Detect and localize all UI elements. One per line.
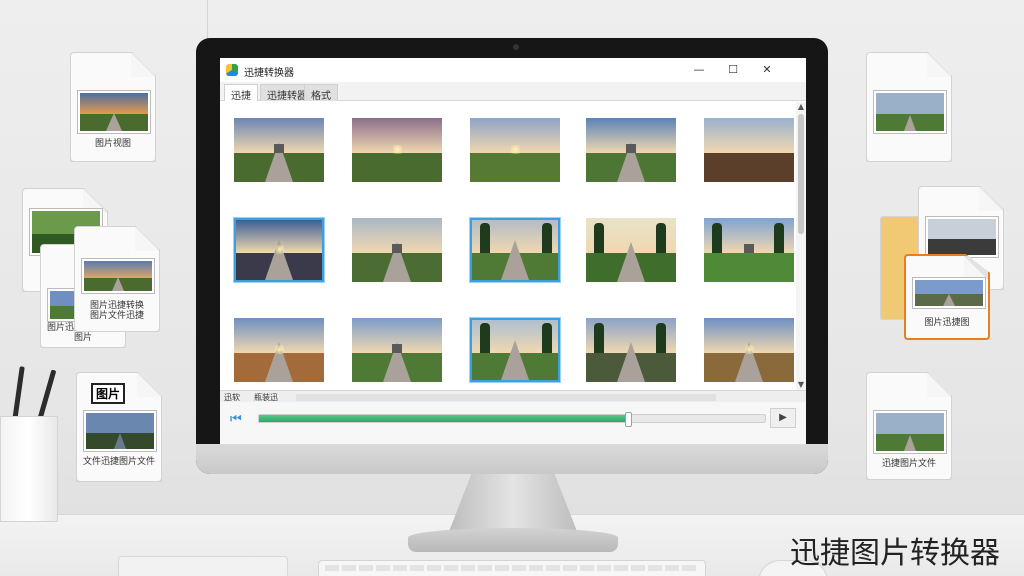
rewind-icon[interactable]: ⏮ (230, 412, 242, 427)
page-fold (137, 373, 161, 397)
image-file-icon: 迅捷图片文件 (866, 372, 952, 480)
gallery-image[interactable] (352, 118, 442, 182)
file-thumbnail (78, 91, 150, 133)
file-thumbnail (874, 411, 946, 453)
image-file-icon: 图片 文件迅捷图片文件 (76, 372, 162, 482)
minimize-button[interactable]: — (686, 61, 712, 79)
file-caption: 图片迅捷图 (924, 318, 970, 328)
pen (12, 366, 25, 423)
file-badge: 图片 (91, 383, 126, 404)
tab-bar: 迅捷 迅捷转器 格式 (220, 82, 806, 102)
gallery-image[interactable] (234, 318, 324, 382)
play-icon[interactable]: ▶ (770, 408, 796, 428)
title-bar: 迅捷转换器 — ☐ ✕ (220, 58, 806, 82)
image-file-icon (866, 52, 952, 162)
notebook (118, 556, 288, 576)
gallery-image[interactable] (470, 218, 560, 282)
scroll-up-icon[interactable]: ▲ (796, 102, 806, 112)
gallery-image[interactable] (352, 318, 442, 382)
gallery-image[interactable] (470, 318, 560, 382)
gallery-image[interactable] (704, 218, 794, 282)
status-bar: 迅软 瓶装迅 (220, 390, 806, 402)
webcam (513, 44, 519, 50)
gallery-image[interactable] (234, 118, 324, 182)
gallery-image[interactable] (234, 218, 324, 282)
file-caption: 迅捷图片文件 (881, 459, 936, 469)
file-thumbnail (874, 91, 946, 133)
file-thumbnail (84, 411, 156, 451)
pen-cup (0, 416, 58, 522)
file-caption: 图片迅捷转换 图片文件迅捷 (89, 301, 144, 321)
player-controls: ⏮ ▶ (220, 402, 806, 444)
scroll-down-icon[interactable]: ▼ (796, 380, 806, 390)
file-thumbnail (913, 278, 985, 308)
page-fold (131, 53, 155, 77)
file-thumbnail (926, 217, 998, 257)
file-caption: 文件迅捷图片文件 (82, 457, 155, 467)
progress-handle[interactable] (625, 412, 633, 427)
progress-fill (259, 415, 629, 422)
maximize-button[interactable]: ☐ (720, 61, 746, 79)
wall-seam (207, 0, 208, 40)
monitor-stand-base (408, 528, 618, 552)
page-fold (927, 53, 951, 77)
vertical-scrollbar[interactable]: ▲ ▼ (796, 102, 806, 390)
app-window: 迅捷转换器 — ☐ ✕ 迅捷 迅捷转器 格式 ▲ ▼ 迅软 瓶装迅 ⏮ ▶ (220, 58, 806, 444)
gallery-image[interactable] (704, 318, 794, 382)
page-fold (135, 227, 159, 251)
product-caption: 迅捷图片转换器 (790, 536, 1000, 571)
page-fold (979, 187, 1003, 211)
image-gallery (220, 102, 796, 390)
monitor-stand-neck (448, 474, 578, 534)
image-file-icon: 图片迅捷图 (904, 254, 990, 340)
tab-1[interactable]: 迅捷 (224, 84, 258, 102)
image-file-icon: 图片视图 (70, 52, 156, 162)
page-fold (927, 373, 951, 397)
gallery-image[interactable] (470, 118, 560, 182)
keyboard (318, 560, 706, 576)
window-title: 迅捷转换器 (244, 68, 294, 79)
gallery-image[interactable] (586, 118, 676, 182)
monitor-chin (196, 444, 828, 474)
app-logo-icon (226, 64, 238, 76)
progress-slider[interactable] (258, 412, 766, 427)
tab-3[interactable]: 格式 (304, 84, 338, 102)
file-thumbnail (82, 259, 154, 293)
image-file-icon: 图片迅捷转换 图片文件迅捷 (74, 226, 160, 332)
close-button[interactable]: ✕ (754, 61, 780, 79)
horizontal-scrollbar[interactable] (296, 394, 716, 401)
gallery-image[interactable] (704, 118, 794, 182)
scrollbar-thumb[interactable] (798, 114, 804, 234)
gallery-image[interactable] (586, 218, 676, 282)
gallery-image[interactable] (352, 218, 442, 282)
file-caption: 图片视图 (94, 139, 131, 149)
gallery-image[interactable] (586, 318, 676, 382)
